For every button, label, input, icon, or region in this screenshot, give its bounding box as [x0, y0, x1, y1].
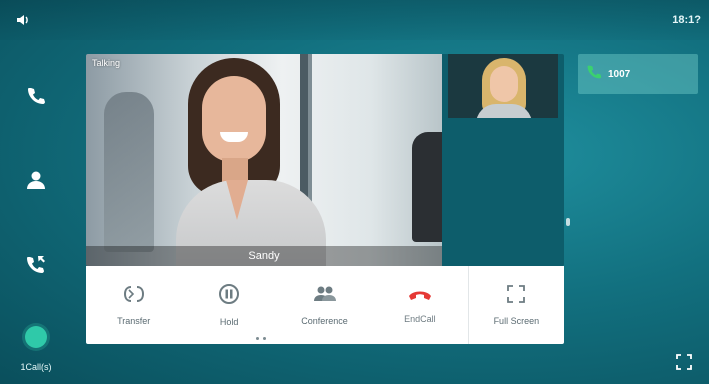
history-nav-button[interactable] — [22, 252, 50, 280]
expand-button[interactable] — [674, 353, 694, 375]
status-bar: 18:1? — [0, 0, 709, 40]
page-indicator — [256, 337, 266, 340]
call-history-icon — [25, 253, 47, 280]
transfer-label: Transfer — [117, 315, 151, 326]
background-person — [104, 92, 154, 252]
contact-icon — [26, 170, 46, 195]
transfer-button[interactable]: Transfer — [86, 266, 181, 344]
left-nav: 1Call(s) — [0, 48, 72, 384]
pause-icon — [219, 283, 240, 309]
phone-icon — [586, 64, 602, 85]
call-controls: Transfer Hold Conference EndCall Full Sc… — [86, 266, 564, 344]
speaker-icon[interactable] — [16, 14, 30, 26]
transfer-icon — [123, 285, 145, 308]
full-screen-label: Full Screen — [493, 315, 540, 326]
end-call-button[interactable]: EndCall — [372, 266, 467, 344]
phone-icon — [26, 86, 46, 111]
active-call-icon — [25, 326, 47, 348]
hold-label: Hold — [219, 316, 239, 327]
background-person — [412, 132, 442, 242]
line-number: 1007 — [608, 68, 631, 80]
end-call-label: EndCall — [404, 313, 436, 324]
line-key[interactable]: 1007 — [578, 54, 698, 94]
remote-name-label: Sandy — [86, 246, 442, 266]
video-panel[interactable]: Talking Sandy — [86, 54, 564, 266]
conference-label: Conference — [301, 315, 348, 326]
fullscreen-icon — [507, 284, 526, 308]
contacts-nav-button[interactable] — [22, 168, 50, 196]
call-count-label: 1Call(s) — [20, 362, 52, 372]
hold-button[interactable]: Hold — [181, 266, 276, 344]
local-video-preview[interactable] — [448, 54, 558, 118]
clock: 18:1? — [672, 14, 701, 26]
remote-participant — [176, 54, 326, 266]
panel-collapse-handle[interactable] — [566, 218, 570, 226]
line-panel: 1007 — [578, 54, 700, 354]
expand-icon — [676, 353, 692, 375]
conference-icon — [313, 285, 337, 308]
conference-button[interactable]: Conference — [277, 266, 372, 344]
remote-video-feed[interactable]: Talking Sandy — [86, 54, 442, 266]
full-screen-button[interactable]: Full Screen — [467, 266, 564, 344]
phone-nav-button[interactable] — [22, 84, 50, 112]
end-call-icon — [407, 287, 433, 306]
call-state-label: Talking — [92, 58, 121, 68]
call-count-indicator[interactable]: 1Call(s) — [0, 326, 72, 372]
